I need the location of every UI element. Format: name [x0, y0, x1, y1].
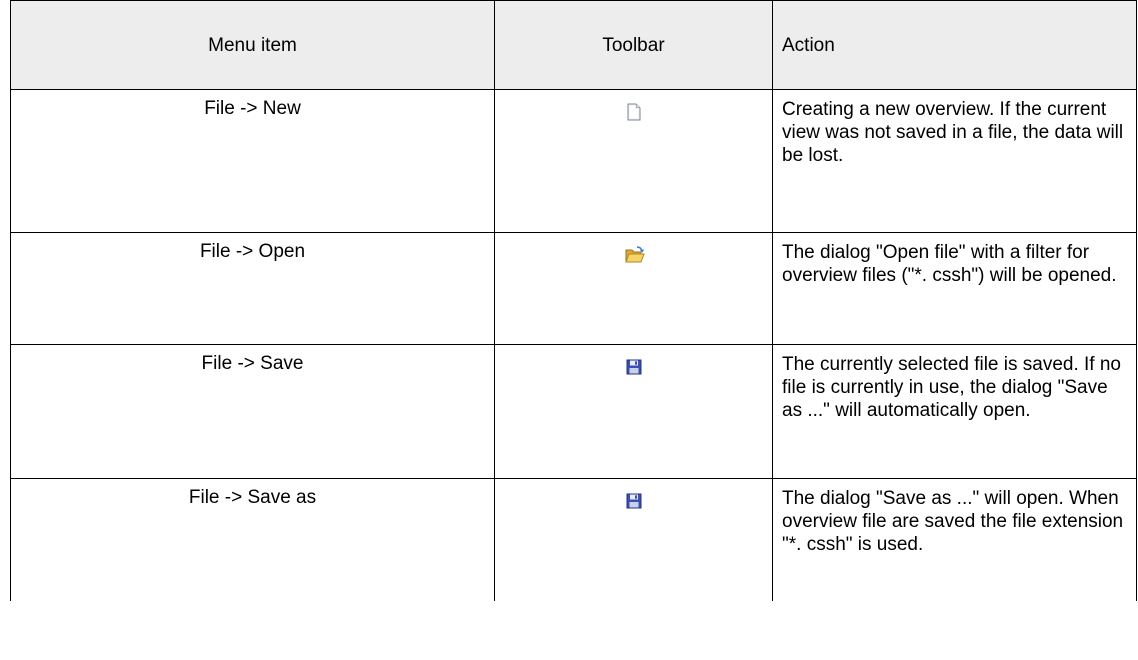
- header-toolbar: Toolbar: [494, 0, 773, 90]
- table-header-row: Menu item Toolbar Action: [10, 0, 1137, 90]
- table-row: File -> Save The currently selected file…: [10, 344, 1137, 479]
- action-cell: The currently selected file is saved. If…: [772, 344, 1137, 479]
- table-row: File -> New Creating a new overview. If …: [10, 89, 1137, 233]
- toolbar-cell: [494, 344, 773, 479]
- table-row: File -> Save as The dialog "Save as ..."…: [10, 478, 1137, 601]
- menu-item-cell: File -> Open: [10, 232, 495, 345]
- save-disk-icon: [624, 357, 644, 377]
- header-menu-item: Menu item: [10, 0, 495, 90]
- menu-item-cell: File -> Save as: [10, 478, 495, 601]
- menu-commands-table: Menu item Toolbar Action File -> New Cre…: [10, 0, 1137, 601]
- header-action: Action: [772, 0, 1137, 90]
- action-cell: Creating a new overview. If the current …: [772, 89, 1137, 233]
- save-disk-icon: [624, 491, 644, 511]
- open-folder-icon: [624, 245, 645, 265]
- table-row: File -> Open The dialog "Open file" with…: [10, 232, 1137, 345]
- action-cell: The dialog "Save as ..." will open. When…: [772, 478, 1137, 601]
- toolbar-cell: [494, 232, 773, 345]
- menu-item-cell: File -> New: [10, 89, 495, 233]
- menu-item-cell: File -> Save: [10, 344, 495, 479]
- toolbar-cell: [494, 89, 773, 233]
- action-cell: The dialog "Open file" with a filter for…: [772, 232, 1137, 345]
- toolbar-cell: [494, 478, 773, 601]
- new-file-icon: [624, 102, 644, 122]
